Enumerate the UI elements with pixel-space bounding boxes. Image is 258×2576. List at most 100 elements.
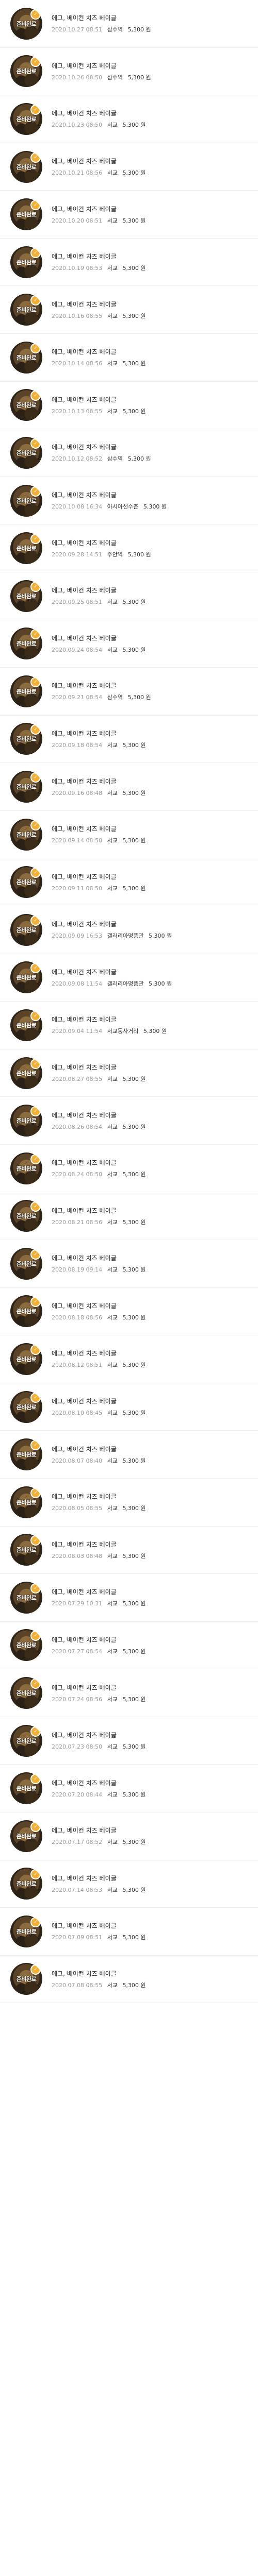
order-meta: 2020.07.23 08:50 서교 5,300 원 [52,1742,149,1751]
order-datetime: 2020.07.14 08:53 [52,1886,103,1893]
order-list-item[interactable]: ✓ 준비완료 에그, 베이컨 치즈 베이글 2020.10.16 08:55 서… [0,286,258,334]
product-thumbnail: ✓ 준비완료 [10,1391,42,1423]
order-meta: 2020.10.13 08:55 서교 5,300 원 [52,407,149,415]
order-list-item[interactable]: ✓ 준비완료 에그, 베이컨 치즈 베이글 2020.08.12 08:51 서… [0,1335,258,1383]
order-list-item[interactable]: ✓ 준비완료 에그, 베이컨 치즈 베이글 2020.09.28 14:51 주… [0,524,258,572]
order-list-item[interactable]: ✓ 준비완료 에그, 베이컨 치즈 베이글 2020.07.29 10:31 서… [0,1574,258,1622]
status-dot-icon: ✓ [31,296,40,305]
order-list-item[interactable]: ✓ 준비완료 에그, 베이컨 치즈 베이글 2020.08.27 08:55 서… [0,1049,258,1097]
order-list-item[interactable]: ✓ 준비완료 에그, 베이컨 치즈 베이글 2020.10.23 08:50 서… [0,95,258,143]
order-list-item[interactable]: ✓ 준비완료 에그, 베이컨 치즈 베이글 2020.08.26 08:54 서… [0,1097,258,1145]
product-thumbnail: ✓ 준비완료 [10,1772,42,1805]
order-meta: 2020.10.20 08:51 서교 5,300 원 [52,216,149,225]
order-list-item[interactable]: ✓ 준비완료 에그, 베이컨 치즈 베이글 2020.08.21 08:56 서… [0,1192,258,1241]
order-list-item[interactable]: ✓ 준비완료 에그, 베이컨 치즈 베이글 2020.08.07 08:40 서… [0,1431,258,1479]
ready-badge: 준비완료 [16,926,37,934]
order-list-item[interactable]: ✓ 준비완료 에그, 베이컨 치즈 베이글 2020.09.24 08:54 서… [0,620,258,668]
order-datetime: 2020.08.27 08:55 [52,1076,103,1082]
status-dot-icon: ✓ [31,439,40,448]
order-datetime: 2020.10.27 08:51 [52,26,103,33]
order-list-item[interactable]: ✓ 준비완료 에그, 베이컨 치즈 베이글 2020.10.27 08:51 삼… [0,0,258,48]
order-list-item[interactable]: ✓ 준비완료 에그, 베이컨 치즈 베이글 2020.07.27 08:54 서… [0,1621,258,1670]
order-meta: 2020.07.14 08:53 서교 5,300 원 [52,1886,149,1894]
ready-badge: 준비완료 [16,1547,37,1554]
order-price: 5,300 원 [122,1934,146,1941]
order-price: 5,300 원 [122,170,146,177]
order-list-item[interactable]: ✓ 준비완료 에그, 베이컨 치즈 베이글 2020.07.09 08:51 서… [0,1908,258,1956]
order-list-item[interactable]: ✓ 준비완료 에그, 베이컨 치즈 베이글 2020.10.14 08:56 서… [0,334,258,382]
product-thumbnail: ✓ 준비완료 [10,1438,42,1471]
order-info: 에그, 베이컨 치즈 베이글 2020.09.09 16:53 갤러리아명품관 … [52,920,175,940]
order-meta: 2020.08.26 08:54 서교 5,300 원 [52,1123,149,1131]
order-price: 5,300 원 [127,455,151,463]
ready-badge: 준비완료 [16,831,37,838]
product-name: 에그, 베이컨 치즈 베이글 [52,1874,117,1882]
order-list-item[interactable]: ✓ 준비완료 에그, 베이컨 치즈 베이글 2020.08.18 08:56 서… [0,1287,258,1336]
order-list-item[interactable]: ✓ 준비완료 에그, 베이컨 치즈 베이글 2020.10.20 08:51 서… [0,191,258,239]
order-list-item[interactable]: ✓ 준비완료 에그, 베이컨 치즈 베이글 2020.09.18 08:54 서… [0,715,258,764]
ready-badge: 준비완료 [16,497,37,504]
order-info: 에그, 베이컨 치즈 베이글 2020.07.09 08:51 서교 5,300… [52,1921,149,1941]
product-name: 에그, 베이컨 치즈 베이글 [52,825,117,833]
order-list-item[interactable]: ✓ 준비완료 에그, 베이컨 치즈 베이글 2020.10.21 08:56 서… [0,143,258,191]
order-info: 에그, 베이컨 치즈 베이글 2020.09.28 14:51 주안역 5,30… [52,538,154,558]
order-list-item[interactable]: ✓ 준비완료 에그, 베이컨 치즈 베이글 2020.10.13 08:55 서… [0,381,258,430]
order-list-item[interactable]: ✓ 준비완료 에그, 베이컨 치즈 베이글 2020.08.10 08:45 서… [0,1383,258,1431]
order-list-item[interactable]: ✓ 준비완료 에그, 베이컨 치즈 베이글 2020.09.04 11:54 서… [0,1002,258,1049]
order-meta: 2020.07.24 08:56 서교 5,300 원 [52,1695,149,1703]
status-dot-icon: ✓ [31,1918,40,1926]
order-list-item[interactable]: ✓ 준비완료 에그, 베이컨 치즈 베이글 2020.10.19 08:53 서… [0,238,258,286]
order-meta: 2020.10.26 08:50 삼수역 5,300 원 [52,73,154,81]
order-list-item[interactable]: ✓ 준비완료 에그, 베이컨 치즈 베이글 2020.08.19 09:14 서… [0,1240,258,1288]
order-list-item[interactable]: ✓ 준비완료 에그, 베이컨 치즈 베이글 2020.08.03 08:48 서… [0,1526,258,1574]
store-name: 서교 [107,170,118,177]
order-list-item[interactable]: ✓ 준비완료 에그, 베이컨 치즈 베이글 2020.07.20 08:44 서… [0,1765,258,1812]
order-list-item[interactable]: ✓ 준비완료 에그, 베이컨 치즈 베이글 2020.10.08 16:34 아… [0,477,258,525]
order-list-item[interactable]: ✓ 준비완료 에그, 베이컨 치즈 베이글 2020.09.09 16:53 갤… [0,906,258,954]
store-name: 서교 [107,1839,118,1846]
order-meta: 2020.09.21 08:54 삼수역 5,300 원 [52,693,154,701]
order-list-item[interactable]: ✓ 준비완료 에그, 베이컨 치즈 베이글 2020.07.14 08:53 서… [0,1860,258,1908]
store-name: 서교 [107,1218,118,1226]
product-name: 에그, 베이컨 치즈 베이글 [52,1159,117,1167]
order-price: 5,300 원 [149,933,172,940]
order-list-item[interactable]: ✓ 준비완료 에그, 베이컨 치즈 베이글 2020.09.25 08:51 서… [0,572,258,620]
order-list-item[interactable]: ✓ 준비완료 에그, 베이컨 치즈 베이글 2020.07.08 08:55 서… [0,1955,258,2004]
order-datetime: 2020.10.23 08:50 [52,122,103,129]
product-thumbnail: ✓ 준비완료 [10,1295,42,1328]
order-list-item[interactable]: ✓ 준비완료 에그, 베이컨 치즈 베이글 2020.09.21 08:54 삼… [0,668,258,716]
order-price: 5,300 원 [143,1028,167,1035]
order-list-item[interactable]: ✓ 준비완료 에그, 베이컨 치즈 베이글 2020.07.24 08:56 서… [0,1669,258,1717]
order-list-item[interactable]: ✓ 준비완료 에그, 베이컨 치즈 베이글 2020.09.08 11:54 갤… [0,954,258,1002]
order-list-item[interactable]: ✓ 준비완료 에그, 베이컨 치즈 베이글 2020.10.12 08:52 삼… [0,429,258,477]
order-list-item[interactable]: ✓ 준비완료 에그, 베이컨 치즈 베이글 2020.10.26 08:50 삼… [0,47,258,96]
product-thumbnail: ✓ 준비완료 [10,628,42,660]
order-list-item[interactable]: ✓ 준비완료 에그, 베이컨 치즈 베이글 2020.07.17 08:52 서… [0,1812,258,1860]
order-list-item[interactable]: ✓ 준비완료 에그, 베이컨 치즈 베이글 2020.09.16 08:48 서… [0,763,258,811]
order-info: 에그, 베이컨 치즈 베이글 2020.10.14 08:56 서교 5,300… [52,347,149,367]
order-list-item[interactable]: ✓ 준비완료 에그, 베이컨 치즈 베이글 2020.08.24 08:50 서… [0,1144,258,1193]
order-info: 에그, 베이컨 치즈 베이글 2020.10.12 08:52 삼수역 5,30… [52,443,154,463]
order-datetime: 2020.07.24 08:56 [52,1696,103,1703]
status-dot-icon: ✓ [31,58,40,66]
order-list-item[interactable]: ✓ 준비완료 에그, 베이컨 치즈 베이글 2020.07.23 08:50 서… [0,1717,258,1765]
product-thumbnail: ✓ 준비완료 [10,1343,42,1375]
product-name: 에그, 베이컨 치즈 베이글 [52,1255,117,1262]
store-name: 서교 [107,837,118,844]
order-meta: 2020.07.29 10:31 서교 5,300 원 [52,1599,149,1607]
order-meta: 2020.08.24 08:50 서교 5,300 원 [52,1170,149,1178]
order-meta: 2020.08.12 08:51 서교 5,300 원 [52,1361,149,1369]
product-name: 에그, 베이컨 치즈 베이글 [52,587,117,595]
order-datetime: 2020.07.27 08:54 [52,1648,103,1655]
order-info: 에그, 베이컨 치즈 베이글 2020.09.25 08:51 서교 5,300… [52,586,149,606]
order-list-item[interactable]: ✓ 준비완료 에그, 베이컨 치즈 베이글 2020.09.11 08:50 서… [0,858,258,906]
order-list-item[interactable]: ✓ 준비완료 에그, 베이컨 치즈 베이글 2020.09.14 08:50 서… [0,810,258,859]
product-thumbnail: ✓ 준비완료 [10,103,42,135]
product-name: 에그, 베이컨 치즈 베이글 [52,300,117,308]
ready-badge: 준비완료 [16,784,37,791]
order-list-item[interactable]: ✓ 준비완료 에그, 베이컨 치즈 베이글 2020.08.05 08:55 서… [0,1478,258,1527]
store-name: 서교 [107,1076,118,1082]
status-dot-icon: ✓ [31,1536,40,1545]
order-datetime: 2020.10.16 08:55 [52,312,103,319]
status-dot-icon: ✓ [31,1298,40,1307]
